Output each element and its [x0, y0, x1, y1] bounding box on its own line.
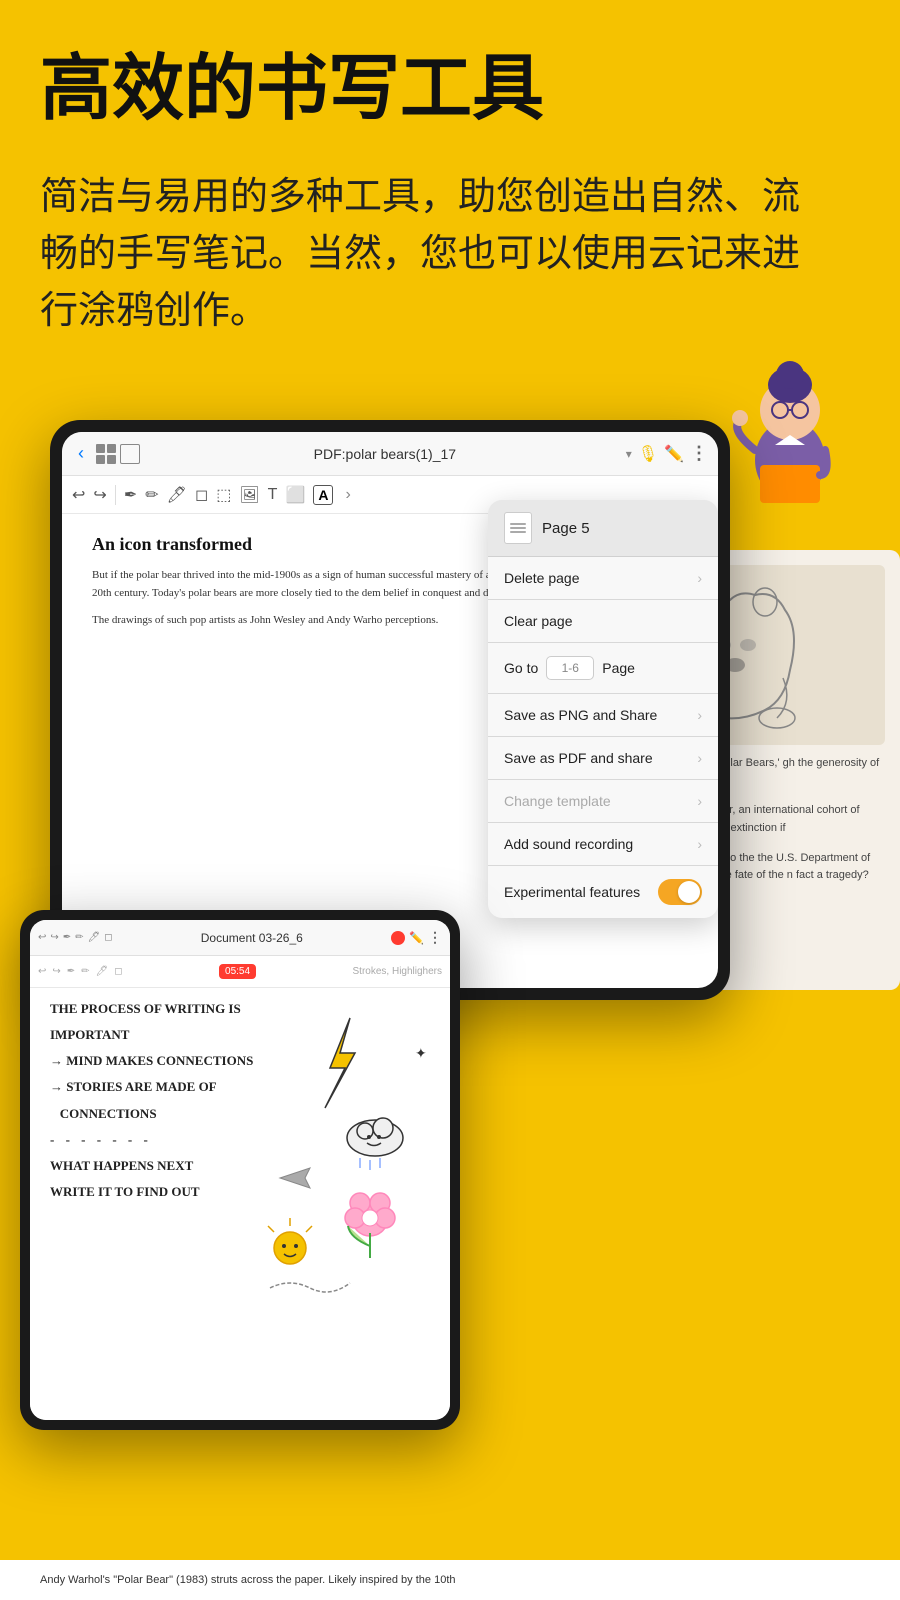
devices-section: ‹ PDF:polar bears(1)_17 ▾ 🎙 ✏️ ⋮ ↩ ↪ ✒ [0, 400, 900, 1450]
grid-icon-1[interactable] [96, 444, 116, 464]
back-button[interactable]: ‹ [72, 443, 90, 464]
second-highlighter[interactable]: 🖊 [88, 932, 101, 943]
delete-page-label: Delete page [504, 570, 580, 586]
save-png-label: Save as PNG and Share [504, 707, 657, 723]
goto-input[interactable] [546, 656, 594, 680]
document-title: PDF:polar bears(1)_17 [154, 446, 616, 462]
ipad-main-screen: ‹ PDF:polar bears(1)_17 ▾ 🎙 ✏️ ⋮ ↩ ↪ ✒ [62, 432, 718, 988]
second-pencil[interactable]: ✏ [75, 932, 83, 943]
image-insert[interactable]: 🖼 [239, 485, 259, 505]
bottom-text: Andy Warhol's "Polar Bear" (1983) struts… [40, 1572, 860, 1589]
font-tool[interactable]: A [313, 485, 333, 505]
second-redo-2[interactable]: ↪ [52, 966, 60, 977]
svg-text:✦: ✦ [415, 1045, 427, 1061]
undo-icon[interactable]: ↩ [72, 485, 85, 505]
experimental-toggle[interactable] [658, 879, 702, 905]
divider-1 [115, 485, 116, 505]
clear-page-label: Clear page [504, 613, 573, 629]
hero-title: 高效的书写工具 [40, 50, 860, 129]
goto-label: Go to [504, 660, 538, 676]
second-tool-pen[interactable]: ✒ [67, 966, 75, 977]
eraser-tool[interactable]: ◻ [195, 485, 208, 505]
second-drawing-toolbar: ↩ ↪ ✒ ✏ 🖊 ◻ 05:54 Strokes, Highlighers [30, 956, 450, 988]
save-pdf-arrow: › [697, 750, 702, 766]
ipad-second-screen: ↩ ↪ ✒ ✏ 🖊 ◻ Document 03-26_6 ✏️ ⋮ ↩ ↪ ✒ … [30, 920, 450, 1420]
second-eraser[interactable]: ◻ [104, 932, 112, 943]
dropdown-arrow[interactable]: ▾ [626, 447, 632, 461]
pencil-button[interactable]: ✏️ [664, 444, 684, 464]
record-button[interactable] [391, 931, 405, 945]
experimental-label: Experimental features [504, 884, 640, 900]
strokes-label: Strokes, Highlighers [353, 966, 442, 977]
second-toolbar: ↩ ↪ ✒ ✏ 🖊 ◻ Document 03-26_6 ✏️ ⋮ [30, 920, 450, 956]
shapes-tool[interactable]: ⬜ [285, 485, 305, 505]
menu-item-change-template[interactable]: Change template › [488, 780, 718, 823]
save-pdf-label: Save as PDF and share [504, 750, 653, 766]
page-thumbnail-icon [504, 512, 532, 544]
menu-header: Page 5 [488, 500, 718, 557]
second-pen[interactable]: ✒ [63, 932, 71, 943]
redo-icon[interactable]: ↪ [93, 485, 106, 505]
doodle-illustrations: ✦ [260, 998, 440, 1298]
context-menu: Page 5 Delete page › Clear page Go to [488, 500, 718, 918]
menu-item-save-png[interactable]: Save as PNG and Share › [488, 694, 718, 737]
change-template-arrow: › [697, 793, 702, 809]
grid-icons [96, 444, 140, 464]
ipad-second: ↩ ↪ ✒ ✏ 🖊 ◻ Document 03-26_6 ✏️ ⋮ ↩ ↪ ✒ … [20, 910, 460, 1430]
second-tool-hl[interactable]: 🖊 [96, 966, 109, 977]
second-undo-2[interactable]: ↩ [38, 966, 46, 977]
second-doc-title: Document 03-26_6 [117, 931, 387, 945]
page-icon[interactable] [120, 444, 140, 464]
delete-page-arrow: › [697, 570, 702, 586]
menu-item-save-pdf[interactable]: Save as PDF and share › [488, 737, 718, 780]
menu-item-goto: Go to Page [488, 643, 718, 694]
menu-item-add-sound[interactable]: Add sound recording › [488, 823, 718, 866]
add-sound-label: Add sound recording [504, 836, 633, 852]
pen-tool[interactable]: ✒ [124, 485, 137, 505]
second-tool-p2[interactable]: ✏ [81, 966, 89, 977]
second-redo[interactable]: ↪ [50, 932, 58, 943]
handwriting-area: THE PROCESS OF WRITING IS IMPORTANT → MI… [30, 988, 450, 1420]
second-tool-e[interactable]: ◻ [114, 966, 122, 977]
main-toolbar: ‹ PDF:polar bears(1)_17 ▾ 🎙 ✏️ ⋮ [62, 432, 718, 476]
second-undo[interactable]: ↩ [38, 932, 46, 943]
pencil-tool[interactable]: ✏ [145, 485, 158, 505]
hero-section: 高效的书写工具 简洁与易用的多种工具，助您创造出自然、流畅的手写笔记。当然，您也… [0, 0, 900, 390]
selection-tool[interactable]: ⬚ [216, 485, 231, 505]
highlighter-tool[interactable]: 🖊 [167, 485, 187, 505]
save-png-arrow: › [697, 707, 702, 723]
second-edit[interactable]: ✏️ [409, 931, 424, 945]
menu-item-clear-page[interactable]: Clear page [488, 600, 718, 643]
menu-item-experimental[interactable]: Experimental features [488, 866, 718, 918]
add-sound-arrow: › [697, 836, 702, 852]
mic-button[interactable]: 🎙 [638, 444, 658, 464]
menu-page-title: Page 5 [542, 520, 590, 537]
collapse-panel[interactable]: › [345, 486, 350, 504]
more-button[interactable]: ⋮ [690, 443, 708, 464]
timer-badge: 05:54 [219, 964, 256, 979]
change-template-label: Change template [504, 793, 611, 809]
bottom-text-bar: Andy Warhol's "Polar Bear" (1983) struts… [0, 1560, 900, 1600]
second-more[interactable]: ⋮ [428, 929, 442, 946]
menu-item-delete-page[interactable]: Delete page › [488, 557, 718, 600]
text-insert[interactable]: T [268, 486, 278, 504]
page-label: Page [602, 660, 635, 676]
goto-container: Go to Page [504, 656, 635, 680]
hero-description: 简洁与易用的多种工具，助您创造出自然、流畅的手写笔记。当然，您也可以使用云记来进… [40, 169, 820, 340]
